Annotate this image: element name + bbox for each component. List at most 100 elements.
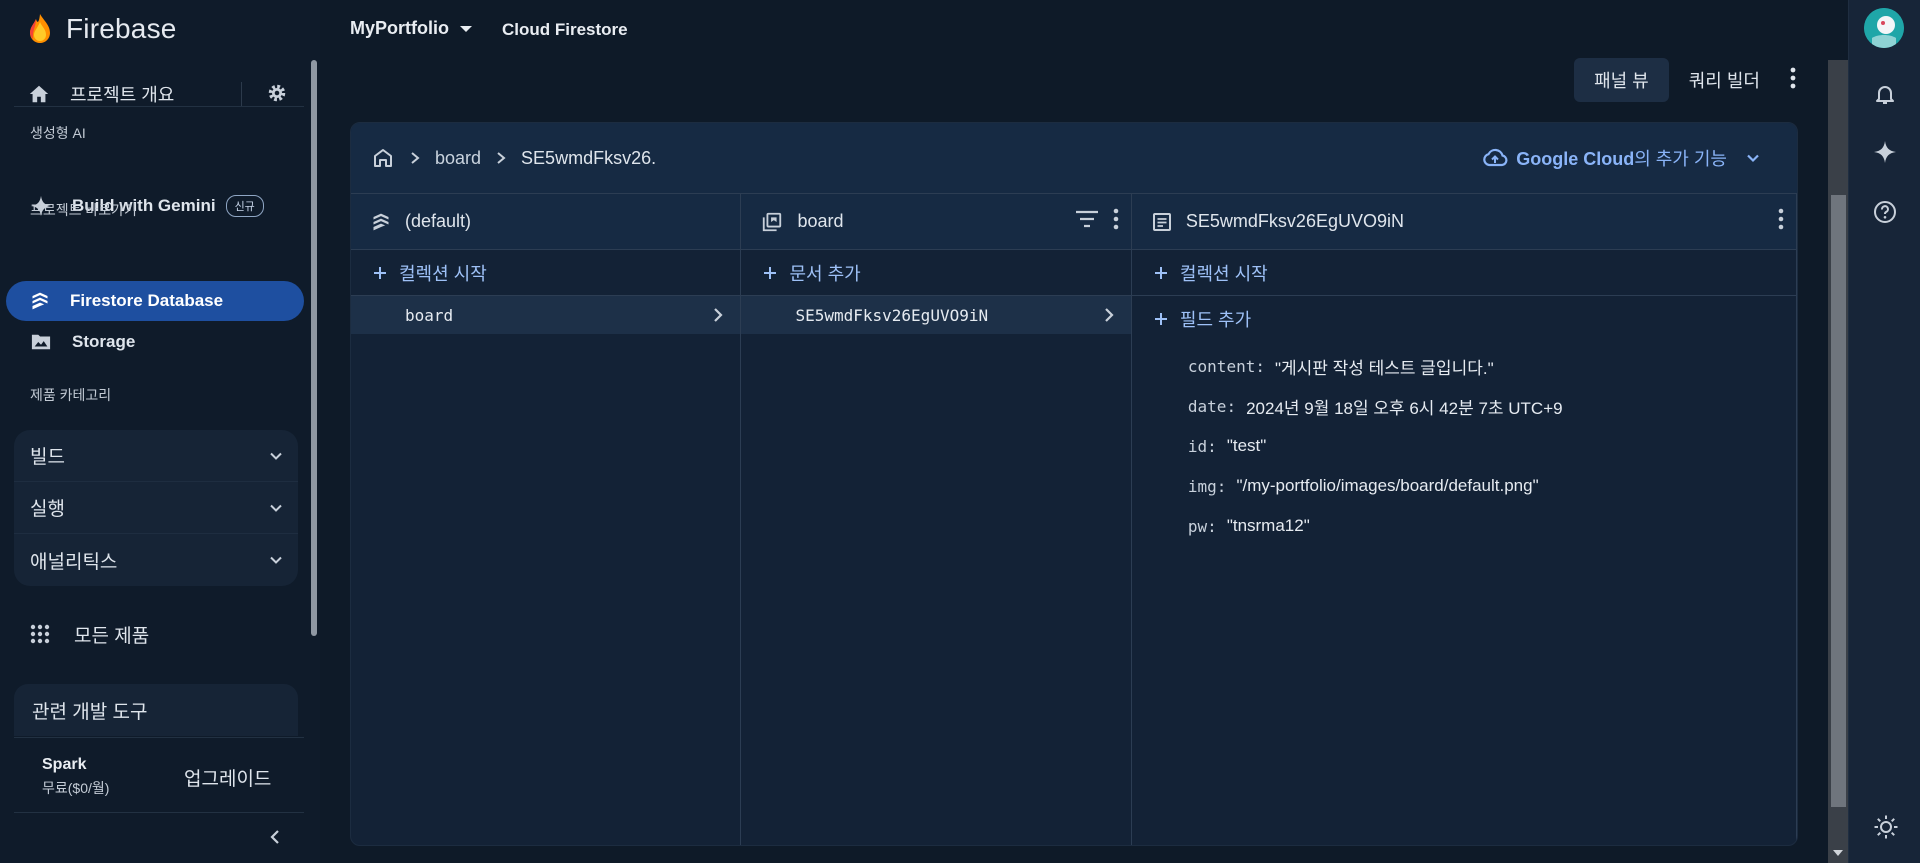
google-cloud-extras-button[interactable]: Google Cloud의 추가 기능 <box>1482 145 1761 171</box>
all-products-link[interactable]: 모든 제품 <box>30 616 149 652</box>
sidebar-item-storage-label: Storage <box>72 332 136 351</box>
project-overview-label: 프로젝트 개요 <box>70 85 175 105</box>
more-vert-icon[interactable] <box>1778 208 1784 230</box>
apps-grid-icon <box>30 624 50 644</box>
field-value: "test" <box>1226 436 1267 455</box>
firebase-logo[interactable]: Firebase <box>28 10 177 48</box>
scroll-down-arrow-icon[interactable] <box>1832 848 1844 858</box>
panel-columns: (default) 컬렉션 시작 board board 문서 추가 SE5wm… <box>351 193 1797 845</box>
chevron-left-icon[interactable] <box>266 828 284 846</box>
tab-query-builder[interactable]: 쿼리 빌더 <box>1689 67 1760 93</box>
project-selector[interactable]: MyPortfolio <box>350 18 473 39</box>
add-document-button[interactable]: 문서 추가 <box>741 250 1131 296</box>
chevron-right-icon <box>1103 307 1115 323</box>
sparkle-icon[interactable] <box>1873 140 1897 164</box>
upgrade-button[interactable]: 업그레이드 <box>184 764 271 791</box>
more-vert-icon[interactable] <box>1790 66 1796 90</box>
field-value: "게시판 작성 테스트 글입니다." <box>1274 358 1494 378</box>
list-item[interactable]: SE5wmdFksv26EgUVO9iN <box>741 296 1131 334</box>
section-shortcuts-label: 프로젝트 바로가기 <box>30 202 137 218</box>
root-column: (default) 컬렉션 시작 board <box>351 194 742 845</box>
field-value: "/my-portfolio/images/board/default.png" <box>1236 476 1539 495</box>
breadcrumb-document[interactable]: SE5wmdFksv26. <box>521 148 656 169</box>
product-title: Cloud Firestore <box>502 20 628 39</box>
chevron-right-icon <box>409 151 421 165</box>
add-field-button[interactable]: 필드 추가 <box>1132 296 1796 342</box>
plan-name: Spark <box>42 756 87 773</box>
plus-icon <box>763 266 777 280</box>
category-list: 빌드 실행 애널리틱스 <box>14 430 298 586</box>
tab-panel-view[interactable]: 패널 뷰 <box>1574 58 1669 102</box>
gear-icon[interactable] <box>266 82 288 104</box>
database-stack-icon <box>371 212 391 232</box>
main-scrollbar-thumb[interactable] <box>1831 195 1846 807</box>
plus-icon <box>1154 312 1168 326</box>
add-document-label: 문서 추가 <box>789 263 861 284</box>
document-column-header: SE5wmdFksv26EgUVO9iN <box>1131 194 1796 250</box>
chevron-down-icon <box>1745 150 1761 166</box>
category-build[interactable]: 빌드 <box>14 430 298 482</box>
avatar[interactable] <box>1864 8 1904 48</box>
section-categories-label: 제품 카테고리 <box>30 387 112 403</box>
divider <box>14 106 304 107</box>
root-column-title: (default) <box>405 211 472 231</box>
collection-column-title: board <box>797 211 844 231</box>
plus-icon <box>373 266 387 280</box>
section-genai-label: 생성형 AI <box>30 125 86 141</box>
help-icon[interactable] <box>1873 200 1897 224</box>
field-value: "tnsrma12" <box>1226 516 1310 535</box>
home-outline-icon[interactable] <box>371 146 395 170</box>
field-row[interactable]: img: "/my-portfolio/images/board/default… <box>1188 466 1796 506</box>
category-analytics[interactable]: 애널리틱스 <box>14 534 298 586</box>
divider <box>14 737 304 738</box>
filter-icon[interactable] <box>1075 210 1099 228</box>
field-row[interactable]: content: "게시판 작성 테스트 글입니다." <box>1188 346 1796 386</box>
sidebar-scrollbar[interactable] <box>311 60 317 636</box>
collection-name: board <box>405 305 454 325</box>
root-column-header: (default) <box>351 194 741 250</box>
category-label: 빌드 <box>30 447 65 468</box>
caret-down-icon <box>459 24 473 34</box>
field-key: id: <box>1187 436 1217 456</box>
cloud-upload-icon <box>1482 148 1508 168</box>
field-key: content: <box>1187 356 1265 376</box>
divider <box>241 82 242 106</box>
divider <box>14 812 304 813</box>
collection-icon <box>761 211 783 233</box>
category-label: 실행 <box>30 499 65 520</box>
chevron-down-icon <box>268 500 284 516</box>
field-row[interactable]: id: "test" <box>1188 426 1796 466</box>
start-subcollection-button[interactable]: 컬렉션 시작 <box>1131 250 1796 296</box>
more-vert-icon[interactable] <box>1113 208 1119 230</box>
chevron-right-icon <box>495 151 507 165</box>
document-column: SE5wmdFksv26EgUVO9iN 컬렉션 시작 필드 추가 conten… <box>1131 194 1797 845</box>
data-panel: board SE5wmdFksv26. Google Cloud의 추가 기능 <box>350 122 1798 846</box>
brand-name: Firebase <box>66 13 177 44</box>
collection-column-header: board <box>741 194 1131 250</box>
right-rail <box>1848 0 1920 863</box>
plan-price: 무료($0/월) <box>42 780 110 796</box>
add-field-label: 필드 추가 <box>1179 310 1252 330</box>
field-row[interactable]: pw: "tnsrma12" <box>1188 506 1796 546</box>
project-name: MyPortfolio <box>350 18 449 38</box>
breadcrumb-collection[interactable]: board <box>435 148 481 169</box>
category-run[interactable]: 실행 <box>14 482 298 534</box>
related-dev-tools[interactable]: 관련 개발 도구 <box>14 684 298 736</box>
home-icon <box>28 83 50 105</box>
list-item[interactable]: board <box>351 296 741 334</box>
new-badge: 신규 <box>225 195 264 217</box>
bell-icon[interactable] <box>1873 82 1897 106</box>
field-row[interactable]: date: 2024년 9월 18일 오후 6시 42분 7초 UTC+9 <box>1188 386 1796 426</box>
field-list: content: "게시판 작성 테스트 글입니다." date: 2024년 … <box>1132 342 1796 546</box>
sidebar-item-storage[interactable]: Storage <box>30 322 135 362</box>
document-icon <box>1152 212 1172 232</box>
theme-toggle-icon[interactable] <box>1873 814 1899 840</box>
related-dev-tools-label: 관련 개발 도구 <box>32 701 148 723</box>
plan-info: Spark 무료($0/월) <box>42 756 109 798</box>
field-key: pw: <box>1187 516 1217 536</box>
sidebar-item-firestore[interactable]: Firestore Database <box>6 281 304 321</box>
start-collection-button[interactable]: 컬렉션 시작 <box>351 250 741 296</box>
document-column-title: SE5wmdFksv26EgUVO9iN <box>1185 211 1404 231</box>
collection-column: board 문서 추가 SE5wmdFksv26EgUVO9iN <box>741 194 1132 845</box>
view-tabs: 패널 뷰 쿼리 빌더 <box>1574 58 1760 102</box>
